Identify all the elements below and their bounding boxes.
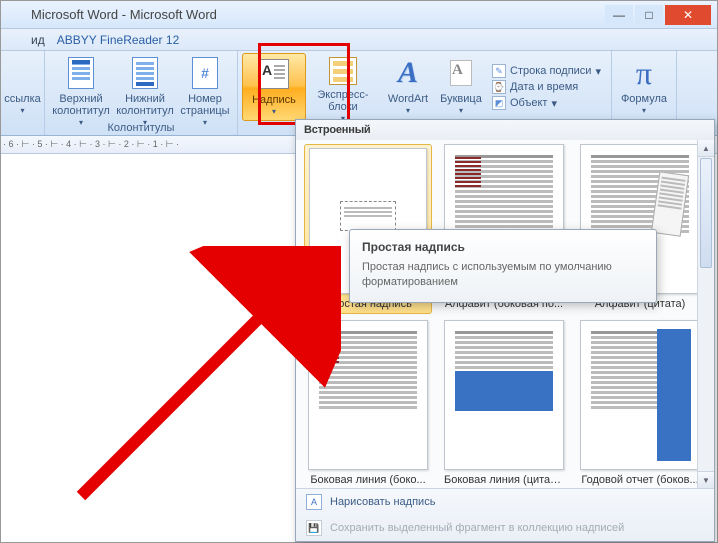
equation-icon: π — [636, 55, 652, 92]
quick-parts-button[interactable]: Экспресс-блоки▾ — [306, 53, 380, 121]
gallery-scrollbar[interactable]: ▲ ▼ — [697, 140, 714, 488]
gallery-item-annual-report[interactable]: Годовой отчет (боков... — [576, 320, 704, 486]
date-time-button[interactable]: ⌚Дата и время — [492, 80, 601, 94]
page-number-icon: # — [192, 57, 218, 89]
gallery-item-sideline-sidebar[interactable]: Боковая линия (боко... — [304, 320, 432, 486]
save-selection-to-gallery-button: 💾 Сохранить выделенный фрагмент в коллек… — [296, 515, 714, 541]
scroll-up-button[interactable]: ▲ — [698, 140, 714, 157]
ribbon-group-links: ссылка ▾ — [1, 51, 45, 135]
window-title: Microsoft Word - Microsoft Word — [31, 7, 217, 22]
drop-cap-button[interactable]: A Буквица▾ — [436, 53, 486, 121]
object-button[interactable]: ◩Объект ▾ — [492, 96, 601, 110]
title-bar: Microsoft Word - Microsoft Word — □ ✕ — [1, 1, 717, 29]
addin-tab[interactable]: ABBYY FineReader 12 — [57, 33, 180, 47]
window-close-button[interactable]: ✕ — [665, 5, 711, 25]
window-maximize-button[interactable]: □ — [635, 5, 663, 25]
window-minimize-button[interactable]: — — [605, 5, 633, 25]
gallery-heading: Встроенный — [296, 120, 714, 140]
signature-icon: ✎ — [492, 64, 506, 78]
scroll-thumb[interactable] — [700, 158, 712, 268]
link-icon — [7, 57, 39, 89]
date-time-icon: ⌚ — [492, 80, 506, 94]
gallery-item-sideline-quote[interactable]: Боковая линия (цитата) — [440, 320, 568, 486]
save-to-gallery-icon: 💾 — [306, 520, 322, 536]
text-box-icon: A — [259, 59, 289, 89]
header-button[interactable]: Верхний колонтитул▾ — [49, 53, 113, 121]
tab-fragment[interactable]: ид — [31, 33, 45, 47]
text-box-gallery: Встроенный Простая надпись Алфавит (боко… — [295, 119, 715, 542]
wordart-button[interactable]: A WordArt▾ — [380, 53, 436, 121]
hyperlink-button[interactable]: ссылка ▾ — [3, 53, 43, 121]
draw-text-box-icon: A — [306, 494, 322, 510]
gallery-footer: A Нарисовать надпись 💾 Сохранить выделен… — [296, 488, 714, 541]
wordart-icon: A — [398, 56, 418, 90]
tooltip-body: Простая надпись с используемым по умолча… — [362, 260, 644, 290]
tooltip-title: Простая надпись — [362, 240, 644, 254]
drop-cap-icon: A — [450, 60, 472, 86]
gallery-body: Простая надпись Алфавит (боковая по... А… — [296, 140, 714, 488]
footer-icon — [132, 57, 158, 89]
draw-text-box-button[interactable]: A Нарисовать надпись — [296, 489, 714, 515]
ribbon-group-header-footer: Верхний колонтитул▾ Нижний колонтитул▾ #… — [45, 51, 238, 135]
signature-line-button[interactable]: ✎Строка подписи ▾ — [492, 64, 601, 78]
object-icon: ◩ — [492, 96, 506, 110]
footer-button[interactable]: Нижний колонтитул▾ — [113, 53, 177, 121]
quick-parts-icon — [329, 57, 357, 85]
header-icon — [68, 57, 94, 89]
text-box-button[interactable]: A Надпись▾ — [242, 53, 306, 121]
quick-access-bar: ид ABBYY FineReader 12 — [1, 29, 717, 51]
page-number-button[interactable]: # Номер страницы▾ — [177, 53, 233, 121]
text-mini-commands: ✎Строка подписи ▾ ⌚Дата и время ◩Объект … — [486, 53, 607, 121]
equation-button[interactable]: π Формула▾ — [616, 53, 672, 121]
tooltip: Простая надпись Простая надпись с исполь… — [349, 229, 657, 303]
scroll-down-button[interactable]: ▼ — [698, 471, 714, 488]
group-label-header-footer: Колонтитулы — [108, 121, 175, 135]
